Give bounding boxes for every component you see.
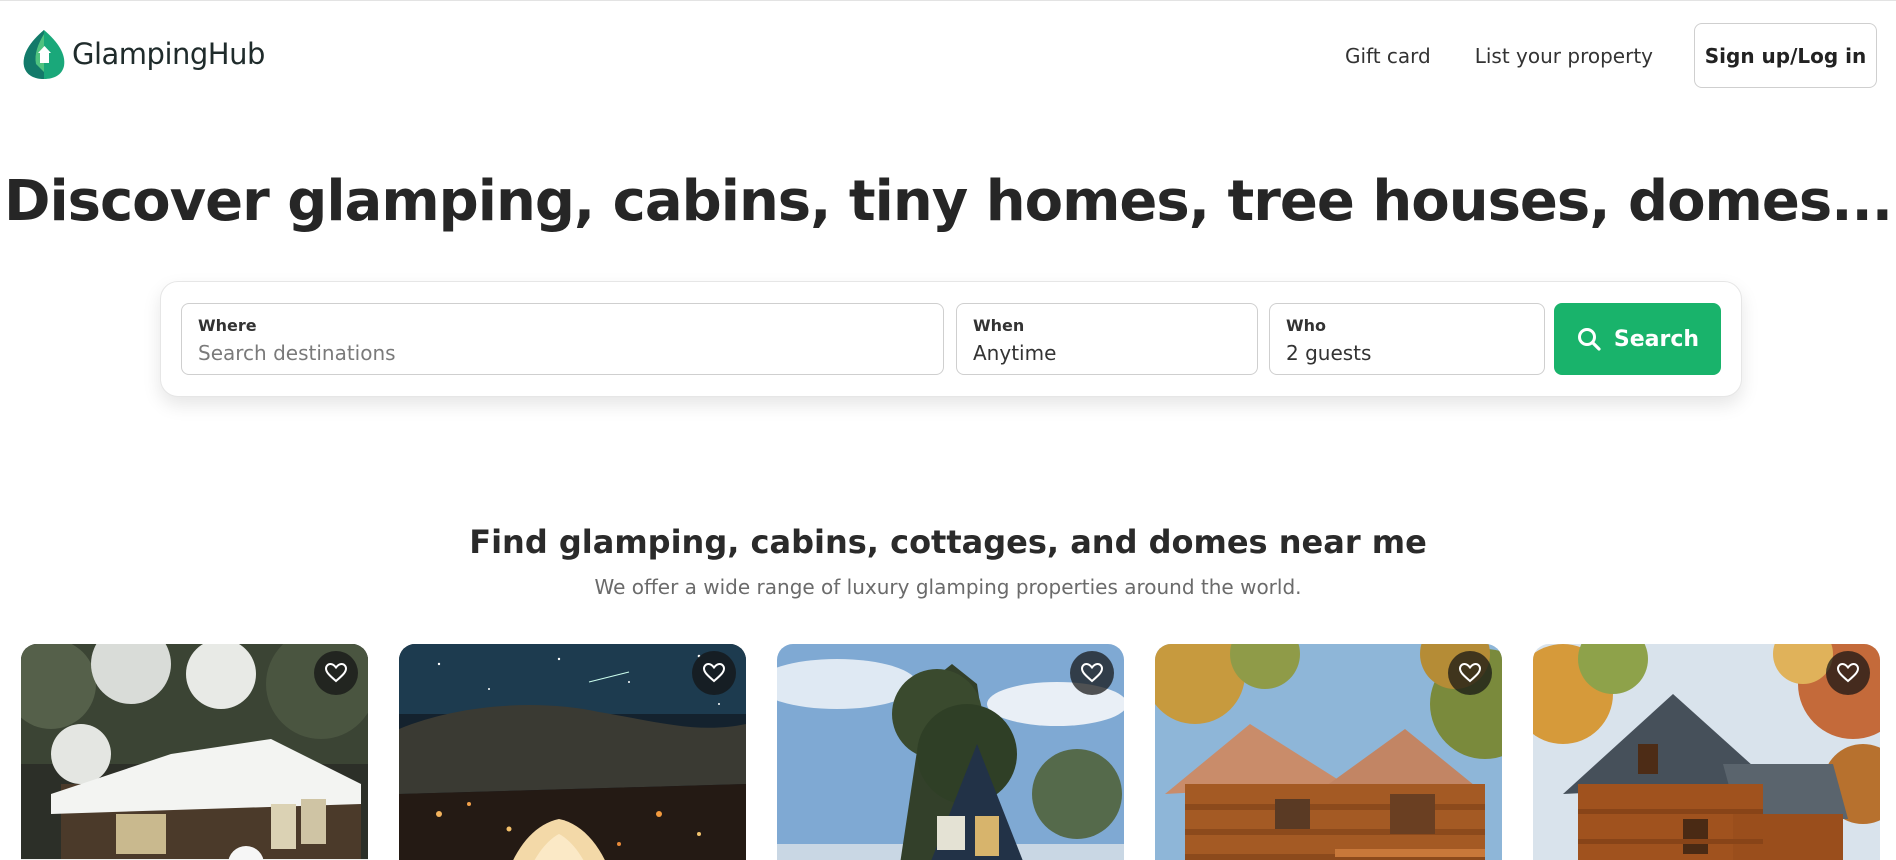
- who-field[interactable]: Who 2 guests: [1269, 303, 1545, 375]
- logo[interactable]: GlampingHub: [20, 28, 265, 80]
- when-field[interactable]: When Anytime: [956, 303, 1258, 375]
- gift-card-link[interactable]: Gift card: [1345, 44, 1431, 68]
- property-card[interactable]: [777, 644, 1124, 860]
- leaf-logo-icon: [23, 30, 65, 79]
- favorite-button[interactable]: [1826, 651, 1870, 695]
- who-label: Who: [1286, 316, 1327, 335]
- favorite-button[interactable]: [692, 651, 736, 695]
- search-icon: [1577, 328, 1601, 351]
- when-label: When: [973, 316, 1025, 335]
- property-card[interactable]: [1533, 644, 1880, 860]
- search-button-label: Search: [1613, 326, 1700, 352]
- heart-icon: [702, 662, 726, 683]
- favorite-button[interactable]: [1070, 651, 1114, 695]
- favorite-button[interactable]: [1448, 651, 1492, 695]
- when-value[interactable]: Anytime: [973, 341, 1241, 365]
- property-card[interactable]: [21, 644, 368, 860]
- heart-icon: [324, 662, 348, 683]
- section-subtitle: We offer a wide range of luxury glamping…: [594, 575, 1302, 599]
- where-input[interactable]: [198, 341, 927, 365]
- brand-name: GlampingHub: [72, 37, 265, 71]
- where-field[interactable]: Where: [181, 303, 944, 375]
- where-label: Where: [198, 316, 257, 335]
- list-property-link[interactable]: List your property: [1475, 44, 1653, 68]
- heart-icon: [1458, 662, 1482, 683]
- hero-title: Discover glamping, cabins, tiny homes, t…: [3, 169, 1893, 234]
- search-bar: Where When Anytime Who 2 guests Search: [160, 281, 1742, 397]
- top-nav: Gift card List your property Sign up/Log…: [1345, 23, 1877, 88]
- search-button[interactable]: Search: [1554, 303, 1721, 375]
- who-value[interactable]: 2 guests: [1286, 341, 1528, 365]
- property-card[interactable]: [1155, 644, 1502, 860]
- site-header: GlampingHub Gift card List your property…: [0, 1, 1896, 111]
- heart-icon: [1080, 662, 1104, 683]
- property-card[interactable]: [399, 644, 746, 860]
- heart-icon: [1836, 662, 1860, 683]
- section-title: Find glamping, cabins, cottages, and dom…: [469, 523, 1427, 561]
- login-button[interactable]: Sign up/Log in: [1694, 23, 1877, 88]
- favorite-button[interactable]: [314, 651, 358, 695]
